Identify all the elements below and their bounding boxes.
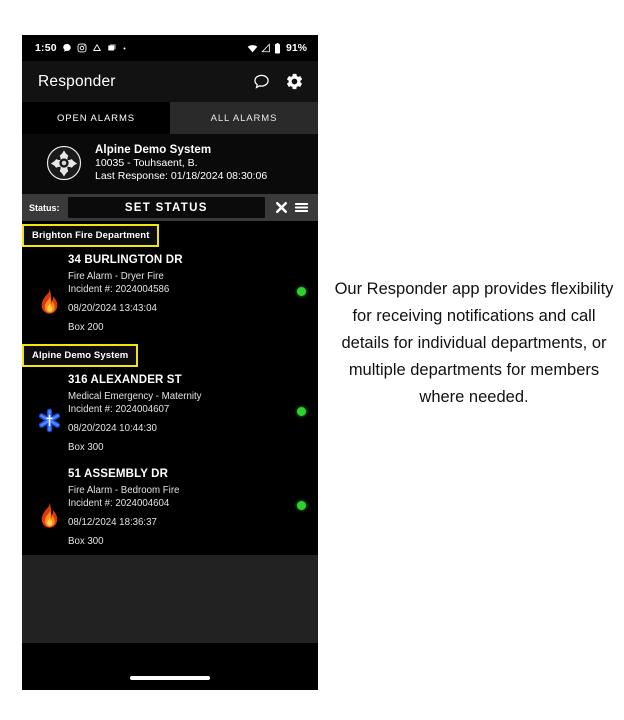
- alarm-type: Fire Alarm - Dryer Fire: [68, 271, 164, 282]
- alarm-box-number: Box 300: [68, 536, 104, 547]
- alarm-address: 316 ALEXANDER ST: [68, 374, 182, 386]
- photos-icon: [107, 43, 117, 53]
- alarm-list-item[interactable]: 34 BURLINGTON DR Fire Alarm - Dryer Fire…: [22, 247, 318, 341]
- wifi-icon: [247, 43, 258, 54]
- status-bar-clock: 1:50: [35, 42, 57, 54]
- alarm-details: 316 ALEXANDER ST Medical Emergency - Mat…: [66, 371, 308, 454]
- alarm-timestamp: 08/20/2024 13:43:04: [68, 303, 157, 314]
- flame-icon: [32, 465, 66, 548]
- alarm-box-number: Box 200: [68, 322, 104, 333]
- department-label-alpine: Alpine Demo System: [22, 344, 139, 367]
- status-row-actions: [273, 199, 312, 216]
- status-bar-right: 91%: [247, 42, 307, 54]
- status-badge: [297, 407, 306, 416]
- system-name: Alpine Demo System: [95, 144, 212, 156]
- gear-icon[interactable]: [285, 72, 304, 91]
- phone-device-frame: 1:50 91% Responder OPEN ALARMS ALL ALARM…: [22, 35, 318, 690]
- set-status-button[interactable]: SET STATUS: [67, 197, 265, 218]
- app-title: Responder: [38, 72, 116, 90]
- department-label-brighton: Brighton Fire Department: [22, 224, 160, 247]
- dot-icon: [122, 46, 127, 51]
- status-label: Status:: [29, 202, 60, 213]
- hamburger-menu-icon[interactable]: [293, 199, 310, 216]
- tab-all-alarms[interactable]: ALL ALARMS: [170, 102, 318, 134]
- chat-bubble-icon: [62, 43, 72, 53]
- status-badge: [297, 287, 306, 296]
- system-user: 10035 - Touhsaent, B.: [95, 157, 198, 169]
- alarm-timestamp: 08/20/2024 10:44:30: [68, 423, 157, 434]
- alarm-details: 51 ASSEMBLY DR Fire Alarm - Bedroom Fire…: [66, 465, 308, 548]
- flame-icon: [32, 251, 66, 334]
- message-icon[interactable]: [252, 72, 271, 91]
- department-header: Alpine Demo System: [22, 341, 318, 367]
- battery-icon: [274, 42, 281, 54]
- status-row: Status: SET STATUS: [22, 194, 318, 221]
- alarm-list[interactable]: Brighton Fire Department 34 BURLINGTON D…: [22, 221, 318, 555]
- alarm-type: Medical Emergency - Maternity: [68, 391, 202, 402]
- instagram-icon: [77, 43, 87, 53]
- empty-list-area: [22, 555, 318, 643]
- alarm-list-item[interactable]: 51 ASSEMBLY DR Fire Alarm - Bedroom Fire…: [22, 461, 318, 555]
- status-bar-left: 1:50: [35, 42, 247, 54]
- battery-percent-label: 91%: [285, 42, 307, 54]
- alarm-timestamp: 08/12/2024 18:36:37: [68, 517, 157, 528]
- screenshot-root: 1:50 91% Responder OPEN ALARMS ALL ALARM…: [0, 0, 624, 720]
- gesture-nav-bar: [22, 665, 318, 690]
- drive-icon: [92, 43, 102, 53]
- department-header: Brighton Fire Department: [22, 221, 318, 247]
- system-info: Alpine Demo System 10035 - Touhsaent, B.…: [95, 144, 267, 182]
- alarm-tabs: OPEN ALARMS ALL ALARMS: [22, 102, 318, 134]
- alarm-incident-number: Incident #: 2024004607: [68, 404, 170, 415]
- gesture-nav-pill[interactable]: [130, 675, 210, 680]
- alarm-incident-number: Incident #: 2024004586: [68, 284, 170, 295]
- alarm-incident-number: Incident #: 2024004604: [68, 498, 170, 509]
- system-last-response: Last Response: 01/18/2024 08:30:06: [95, 170, 268, 182]
- android-status-bar: 1:50 91%: [22, 35, 318, 61]
- status-badge: [297, 501, 306, 510]
- alarm-box-number: Box 300: [68, 442, 104, 453]
- tab-open-alarms[interactable]: OPEN ALARMS: [22, 102, 170, 134]
- alarm-address: 34 BURLINGTON DR: [68, 254, 183, 266]
- app-bar: Responder: [22, 61, 318, 102]
- app-bar-actions: [252, 72, 304, 91]
- alarm-address: 51 ASSEMBLY DR: [68, 468, 169, 480]
- alarm-list-item[interactable]: 316 ALEXANDER ST Medical Emergency - Mat…: [22, 367, 318, 461]
- marketing-caption: Our Responder app provides flexibility f…: [334, 280, 614, 406]
- alarm-type: Fire Alarm - Bedroom Fire: [68, 485, 180, 496]
- system-header: Alpine Demo System 10035 - Touhsaent, B.…: [22, 134, 318, 194]
- star-of-life-icon: [32, 371, 66, 454]
- fire-department-maltese-cross-icon: [46, 145, 82, 181]
- alarm-details: 34 BURLINGTON DR Fire Alarm - Dryer Fire…: [66, 251, 308, 334]
- close-x-icon[interactable]: [273, 199, 290, 216]
- signal-icon: [261, 43, 271, 53]
